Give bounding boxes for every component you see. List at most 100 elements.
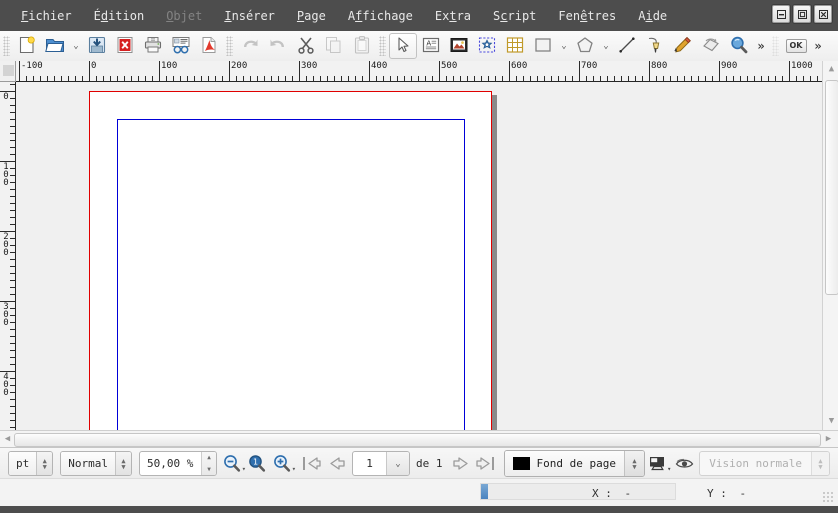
preflight-button[interactable] [167, 33, 195, 59]
menu-aide[interactable]: Aide [627, 6, 678, 26]
print-button[interactable] [139, 33, 167, 59]
ruler-tick [313, 76, 314, 81]
save-document-button[interactable] [83, 33, 111, 59]
menu-insrer[interactable]: Insérer [213, 6, 286, 26]
previous-page-button[interactable] [324, 452, 349, 476]
zoom-out-button[interactable]: ▾ [220, 452, 246, 476]
toolbar-grip-handle[interactable] [379, 36, 386, 56]
ruler-tick [110, 76, 111, 81]
scroll-down-icon[interactable]: ▼ [826, 415, 837, 427]
export-pdf-button[interactable] [195, 33, 223, 59]
visual-appearance-button[interactable] [672, 452, 697, 476]
line-tool-button[interactable] [613, 33, 641, 59]
toolbar-grip-handle[interactable] [3, 36, 10, 56]
toolbar-grip-handle[interactable] [772, 36, 779, 56]
menu-page[interactable]: Page [286, 6, 337, 26]
ruler-tick [754, 76, 755, 81]
preview-quality-arrows-icon[interactable]: ▲ ▼ [115, 452, 131, 475]
toolbar-overflow-button[interactable]: » [753, 34, 769, 58]
new-document-button[interactable] [13, 33, 41, 59]
copy-button[interactable] [320, 33, 348, 59]
last-page-button[interactable] [474, 452, 499, 476]
vertical-ruler[interactable]: 0 100 200 300 400 [0, 82, 16, 430]
zoom-100-button[interactable]: 1 [245, 452, 270, 476]
last-page-arrow-icon [476, 457, 494, 470]
scroll-left-icon[interactable]: ◀ [2, 433, 13, 445]
unit-select-arrows-icon[interactable]: ▲ ▼ [36, 452, 53, 475]
pdf-ok-button[interactable]: OK [782, 33, 810, 59]
table-tool-button[interactable] [501, 33, 529, 59]
pdf-overflow-button[interactable]: » [810, 34, 826, 58]
polygon-tool-chevron-down-icon[interactable]: ⌄ [599, 34, 613, 58]
ruler-tick [698, 76, 699, 81]
cut-button[interactable] [292, 33, 320, 59]
ruler-tick [173, 76, 174, 81]
menu-script[interactable]: Script [482, 6, 547, 26]
render-frame-tool-button[interactable] [473, 33, 501, 59]
menu-dition[interactable]: Édition [83, 6, 156, 26]
color-management-button[interactable]: ▾ [645, 452, 672, 476]
ruler-tick [10, 287, 15, 288]
ruler-tick [10, 154, 15, 155]
rotate-tool-button[interactable] [697, 33, 725, 59]
page-number-value: 1 [366, 457, 373, 470]
layer-select[interactable]: Fond de page ▲ ▼ [503, 450, 645, 477]
menu-fentres[interactable]: Fenêtres [547, 6, 627, 26]
zoom-level-spinners[interactable]: ▲ ▼ [201, 452, 216, 475]
zoom-tool-button[interactable] [725, 33, 753, 59]
open-document-chevron-down-icon[interactable]: ⌄ [69, 34, 83, 58]
save-disk-icon [87, 35, 107, 58]
unit-select[interactable]: pt ▲ ▼ [8, 451, 54, 476]
vertical-scrollbar[interactable]: ▲ ▼ [822, 61, 838, 430]
restore-button[interactable] [793, 5, 811, 23]
toolbar-grip-handle[interactable] [226, 36, 233, 56]
ruler-tick [572, 76, 573, 81]
ruler-origin-corner[interactable] [0, 61, 16, 82]
horizontal-scrollbar-thumb[interactable] [14, 433, 821, 447]
select-tool-button[interactable] [389, 33, 417, 59]
page-number-chevron-down-icon[interactable]: ⌄ [386, 452, 409, 475]
first-page-button[interactable] [299, 452, 324, 476]
zoom-in-button[interactable]: ▾ [270, 452, 296, 476]
ruler-label: 400 [371, 61, 388, 71]
shape-tool-chevron-down-icon[interactable]: ⌄ [557, 34, 571, 58]
menu-extra[interactable]: Extra [424, 6, 482, 26]
paste-button[interactable] [348, 33, 376, 59]
ruler-tick [250, 76, 251, 81]
preview-quality-select[interactable]: Normal ▲ ▼ [60, 451, 132, 476]
redo-button[interactable] [264, 33, 292, 59]
layer-color-swatch [512, 457, 530, 470]
close-document-button[interactable] [111, 33, 139, 59]
ruler-tick [10, 105, 15, 106]
minimize-button[interactable] [772, 5, 790, 23]
ruler-tick [10, 112, 15, 113]
page-number-select[interactable]: 1 ⌄ [352, 451, 410, 476]
next-page-button[interactable] [449, 452, 474, 476]
text-frame-tool-button[interactable]: A [417, 33, 445, 59]
image-frame-tool-button[interactable] [445, 33, 473, 59]
horizontal-ruler[interactable]: -100 0 100 200 300 400 500 600 700 800 900 1000 [16, 61, 822, 82]
ruler-tick [10, 140, 15, 141]
vertical-scrollbar-thumb[interactable] [825, 80, 838, 295]
scroll-right-icon[interactable]: ▶ [823, 433, 834, 445]
horizontal-scrollbar[interactable]: ◀ ▶ [0, 430, 838, 447]
ruler-tick [474, 76, 475, 81]
freehand-tool-button[interactable] [669, 33, 697, 59]
scroll-up-icon[interactable]: ▲ [826, 63, 837, 75]
shape-tool-button[interactable] [529, 33, 557, 59]
layer-select-arrows-icon[interactable]: ▲ ▼ [623, 451, 644, 476]
menu-affichage[interactable]: Affichage [337, 6, 424, 26]
close-button[interactable] [814, 5, 832, 23]
ruler-label: 200 [3, 232, 9, 258]
ruler-tick [54, 76, 55, 81]
undo-button[interactable] [236, 33, 264, 59]
ruler-tick [285, 76, 286, 81]
preflight-glasses-icon [171, 35, 191, 58]
zoom-level-input[interactable]: 50,00 % ▲ ▼ [139, 451, 217, 476]
menu-fichier[interactable]: Fichier [10, 6, 83, 26]
bezier-tool-button[interactable] [641, 33, 669, 59]
window-resize-grip[interactable] [822, 491, 834, 503]
document-canvas[interactable] [16, 82, 822, 430]
polygon-tool-button[interactable] [571, 33, 599, 59]
open-document-button[interactable] [41, 33, 69, 59]
